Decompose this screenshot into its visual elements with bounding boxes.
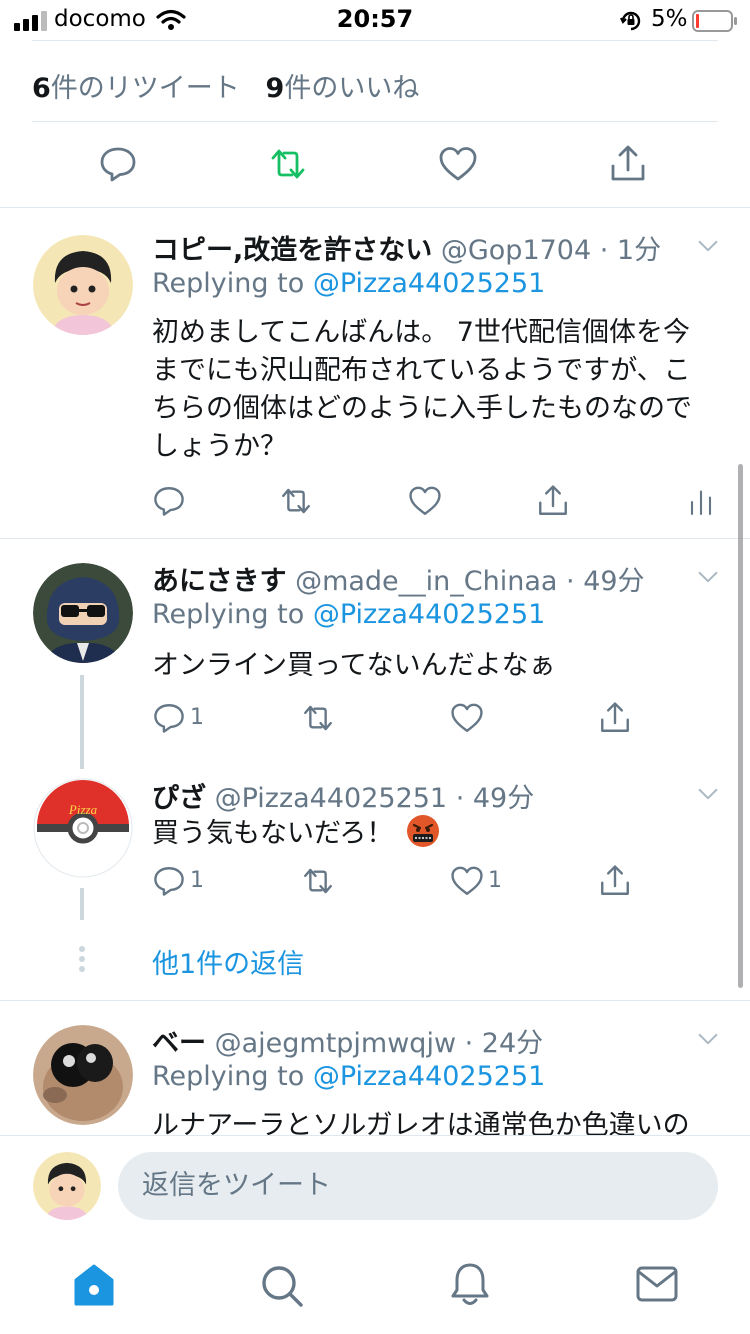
status-bar: docomo 20:57 5% bbox=[0, 0, 750, 44]
like-stat[interactable]: 9件のいいね bbox=[266, 73, 420, 104]
tweet-text: 買う気もないだろ！ bbox=[152, 814, 732, 853]
avatar[interactable] bbox=[33, 563, 133, 663]
reply-tweet[interactable]: ベー @ajegmtpjmwqjw · 24分 Replying to @Piz… bbox=[0, 1001, 750, 1135]
like-icon[interactable] bbox=[450, 864, 484, 898]
retweet-icon[interactable] bbox=[278, 484, 314, 518]
reply-icon[interactable] bbox=[98, 144, 138, 184]
svg-text:Pizza: Pizza bbox=[68, 802, 98, 817]
chevron-down-icon[interactable] bbox=[694, 563, 722, 591]
like-count: 1 bbox=[488, 868, 502, 893]
bell-icon[interactable] bbox=[450, 1262, 490, 1308]
user-handle[interactable]: @Gop1704 bbox=[441, 235, 591, 266]
like-icon[interactable] bbox=[450, 701, 484, 735]
orientation-lock-icon bbox=[620, 11, 641, 31]
replying-label: Replying to bbox=[152, 268, 313, 299]
thread-dot bbox=[79, 956, 85, 962]
chevron-down-icon[interactable] bbox=[694, 1025, 722, 1053]
home-icon[interactable] bbox=[72, 1264, 116, 1306]
reply-icon[interactable] bbox=[152, 701, 186, 735]
chevron-down-icon[interactable] bbox=[694, 780, 722, 808]
timestamp: 49分 bbox=[583, 566, 645, 597]
reply-tweet[interactable]: あにさきす @made__in_Chinaa · 49分 Replying to… bbox=[0, 539, 750, 769]
cursing-face-emoji-icon bbox=[406, 815, 439, 847]
user-handle[interactable]: @Pizza44025251 bbox=[215, 783, 448, 814]
display-name[interactable]: ぴざ bbox=[152, 783, 206, 814]
battery-icon bbox=[692, 10, 737, 32]
reply-icon[interactable] bbox=[152, 484, 186, 518]
replying-to-link[interactable]: @Pizza44025251 bbox=[313, 1061, 546, 1092]
avatar[interactable] bbox=[33, 235, 133, 335]
tweet-text: オンライン買ってないんだよなぁ bbox=[152, 650, 556, 681]
share-icon[interactable] bbox=[598, 701, 632, 735]
share-icon[interactable] bbox=[536, 484, 570, 518]
stats-divider bbox=[32, 121, 718, 122]
replying-to-link[interactable]: @Pizza44025251 bbox=[313, 268, 546, 299]
battery-percent: 5% bbox=[651, 6, 688, 32]
thread-dot bbox=[79, 966, 85, 972]
display-name[interactable]: コピー,改造を許さない bbox=[152, 235, 432, 266]
scrollbar[interactable] bbox=[738, 464, 743, 988]
tweet-stats: 6件のリツイート 9件のいいね bbox=[32, 66, 419, 105]
envelope-icon[interactable] bbox=[636, 1266, 678, 1302]
retweet-stat[interactable]: 6件のリツイート bbox=[32, 73, 240, 104]
search-icon[interactable] bbox=[260, 1264, 304, 1308]
share-icon[interactable] bbox=[608, 144, 648, 184]
thread-dot bbox=[79, 946, 85, 952]
like-icon[interactable] bbox=[438, 144, 478, 184]
top-divider bbox=[32, 40, 718, 41]
like-icon[interactable] bbox=[408, 484, 442, 518]
timestamp: 24分 bbox=[481, 1028, 544, 1059]
user-handle[interactable]: @made__in_Chinaa bbox=[295, 566, 557, 597]
thread-line bbox=[80, 675, 84, 769]
chevron-down-icon[interactable] bbox=[694, 232, 722, 260]
retweet-icon[interactable] bbox=[300, 864, 336, 898]
my-avatar[interactable] bbox=[33, 1152, 101, 1220]
replying-to-link[interactable]: @Pizza44025251 bbox=[313, 599, 546, 630]
show-more-replies-link[interactable]: 他1件の返信 bbox=[152, 942, 304, 981]
reply-tweet[interactable]: Pizza ぴざ @Pizza44025251 · 49分 買う気もないだろ！ … bbox=[0, 760, 750, 980]
analytics-icon[interactable] bbox=[686, 486, 716, 518]
retweet-icon[interactable] bbox=[300, 701, 336, 735]
timestamp: 49分 bbox=[472, 783, 535, 814]
replying-label: Replying to bbox=[152, 599, 313, 630]
tweet-text: ルナアーラとソルガレオは通常色か色違いの bbox=[152, 1110, 690, 1135]
share-icon[interactable] bbox=[598, 864, 632, 898]
timestamp: 1分 bbox=[616, 235, 662, 266]
reply-tweet[interactable]: コピー,改造を許さない @Gop1704 · 1分 Replying to @P… bbox=[0, 208, 750, 538]
reply-input[interactable]: 返信をツイート bbox=[118, 1152, 718, 1220]
retweet-icon[interactable] bbox=[266, 144, 310, 184]
avatar[interactable]: Pizza bbox=[33, 778, 133, 878]
reply-icon[interactable] bbox=[152, 864, 186, 898]
avatar[interactable] bbox=[33, 1025, 133, 1125]
display-name[interactable]: あにさきす bbox=[152, 566, 286, 597]
user-handle[interactable]: @ajegmtpjmwqjw bbox=[215, 1028, 456, 1059]
display-name[interactable]: ベー bbox=[152, 1028, 206, 1059]
replying-label: Replying to bbox=[152, 1061, 313, 1092]
tweet-text: 初めましてこんばんは。 7世代配信個体を今 までにも沢山配布されているようですが… bbox=[152, 317, 692, 462]
reply-count: 1 bbox=[190, 868, 204, 893]
thread-line bbox=[80, 888, 84, 920]
reply-count: 1 bbox=[190, 705, 204, 730]
